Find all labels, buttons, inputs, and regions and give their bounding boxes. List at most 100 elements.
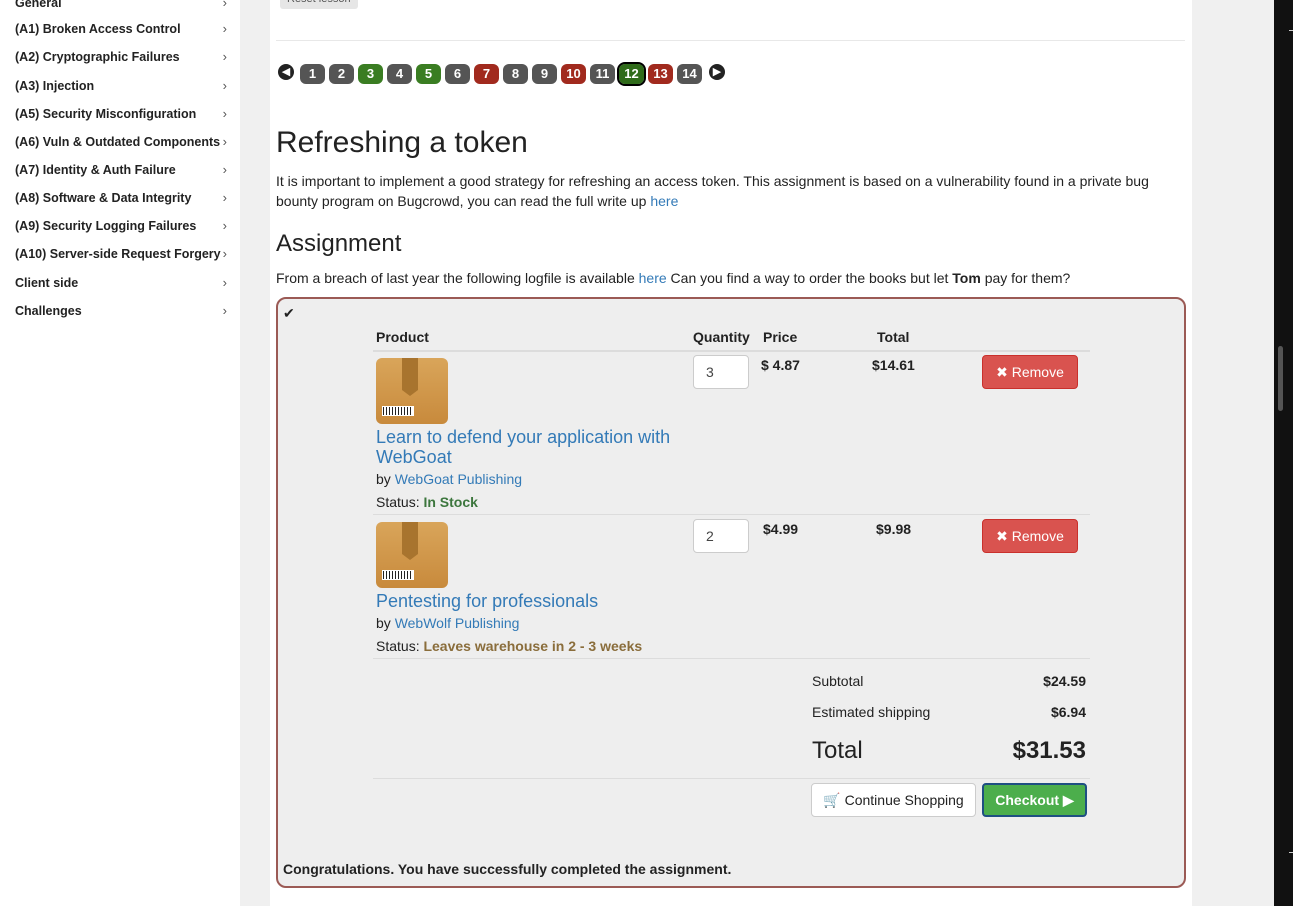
product-title-link[interactable]: Learn to defend your application with We…	[376, 427, 696, 467]
sidebar-item-a6[interactable]: (A6) Vuln & Outdated Components ›	[15, 132, 227, 152]
assignment-text-part: pay for them?	[980, 270, 1071, 286]
remove-icon: ✖	[996, 364, 1008, 380]
sidebar-item-label: (A9) Security Logging Failures	[15, 219, 197, 233]
sidebar-item-a8[interactable]: (A8) Software & Data Integrity ›	[15, 188, 227, 208]
page-12-button[interactable]: 12	[617, 62, 646, 86]
table-divider	[373, 778, 1090, 779]
previous-page-arrow-icon[interactable]: ◀	[278, 64, 294, 80]
shipping-label: Estimated shipping	[812, 704, 931, 720]
sidebar-item-label: (A2) Cryptographic Failures	[15, 50, 180, 64]
remove-label: Remove	[1011, 364, 1064, 380]
chevron-right-icon: ›	[222, 78, 227, 93]
item-total: $14.61	[872, 357, 915, 373]
chevron-right-icon: ›	[222, 0, 227, 10]
assignment-feedback: Congratulations. You have successfully c…	[283, 861, 732, 877]
next-page-arrow-icon[interactable]: ▶	[709, 64, 725, 80]
chevron-right-icon: ›	[222, 21, 227, 36]
page-2-button[interactable]: 2	[329, 64, 354, 84]
remove-button[interactable]: ✖ Remove	[982, 519, 1078, 553]
subtotal-label: Subtotal	[812, 673, 864, 689]
sidebar-item-label: (A5) Security Misconfiguration	[15, 107, 197, 121]
quantity-input[interactable]: 3	[693, 355, 749, 389]
sidebar-item-label: Challenges	[15, 304, 82, 318]
grand-total-label: Total	[812, 737, 863, 764]
page-6-button[interactable]: 6	[445, 64, 470, 84]
scrollbar-thumb[interactable]	[1278, 346, 1283, 411]
table-divider	[373, 514, 1090, 515]
write-up-link[interactable]: here	[650, 193, 678, 209]
column-header-price: Price	[763, 329, 798, 345]
page-5-button[interactable]: 5	[416, 64, 441, 84]
page-13-button[interactable]: 13	[648, 64, 673, 84]
product-publisher: by WebWolf Publishing	[376, 615, 519, 631]
item-price: $4.99	[763, 521, 799, 537]
page-7-button[interactable]: 7	[474, 64, 499, 84]
cart-icon: 🛒	[823, 792, 841, 808]
status-label: Status:	[376, 638, 424, 654]
chevron-right-icon: ›	[222, 246, 227, 261]
page-14-button[interactable]: 14	[677, 64, 702, 84]
item-total: $9.98	[876, 521, 912, 537]
page-3-button[interactable]: 3	[358, 64, 383, 84]
publisher-link[interactable]: WebWolf Publishing	[395, 615, 520, 631]
sidebar-item-label: (A3) Injection	[15, 79, 95, 93]
chevron-right-icon: ›	[222, 190, 227, 205]
play-icon: ▶	[1062, 792, 1074, 808]
page-1-button[interactable]: 1	[300, 64, 325, 84]
lesson-intro: It is important to implement a good stra…	[276, 171, 1181, 211]
page-8-button[interactable]: 8	[503, 64, 528, 84]
sidebar-item-label: (A10) Server-side Request Forgery	[15, 247, 221, 261]
reset-lesson-button[interactable]: Reset lesson	[280, 0, 358, 9]
sidebar-item-label: (A8) Software & Data Integrity	[15, 191, 192, 205]
sidebar-item-label: Client side	[15, 276, 79, 290]
table-divider	[373, 350, 1090, 352]
sidebar-item-a10[interactable]: (A10) Server-side Request Forgery ›	[15, 244, 227, 264]
page-4-button[interactable]: 4	[387, 64, 412, 84]
product-status: Status: In Stock	[376, 494, 478, 510]
assignment-user-name: Tom	[952, 270, 981, 286]
page-10-button[interactable]: 10	[561, 64, 586, 84]
sidebar-item-a3[interactable]: (A3) Injection ›	[15, 76, 227, 96]
chevron-right-icon: ›	[222, 303, 227, 318]
page-title: Refreshing a token	[276, 126, 528, 159]
sidebar-item-a5[interactable]: (A5) Security Misconfiguration ›	[15, 104, 227, 124]
sidebar-item-client-side[interactable]: Client side ›	[15, 273, 227, 293]
column-header-quantity: Quantity	[693, 329, 750, 345]
continue-shopping-button[interactable]: 🛒 Continue Shopping	[811, 783, 976, 817]
logfile-link[interactable]: here	[639, 270, 667, 286]
sidebar-item-a2[interactable]: (A2) Cryptographic Failures ›	[15, 47, 227, 67]
page-11-button[interactable]: 11	[590, 64, 615, 84]
sidebar-item-label: (A1) Broken Access Control	[15, 22, 181, 36]
chevron-right-icon: ›	[222, 106, 227, 121]
assignment-heading: Assignment	[276, 230, 402, 257]
continue-shopping-label: Continue Shopping	[844, 792, 964, 808]
sidebar-item-general[interactable]: General ›	[15, 0, 227, 13]
chevron-right-icon: ›	[222, 49, 227, 64]
column-header-total: Total	[877, 329, 910, 345]
sidebar-item-a1[interactable]: (A1) Broken Access Control ›	[15, 19, 227, 39]
column-header-product: Product	[376, 329, 429, 345]
page-9-button[interactable]: 9	[532, 64, 557, 84]
assignment-text-part: From a breach of last year the following…	[276, 270, 639, 286]
product-box-icon	[376, 358, 448, 424]
status-label: Status:	[376, 494, 424, 510]
chevron-right-icon: ›	[222, 162, 227, 177]
checkout-button[interactable]: Checkout ▶	[982, 783, 1087, 817]
product-publisher: by WebGoat Publishing	[376, 471, 522, 487]
quantity-input[interactable]: 2	[693, 519, 749, 553]
assignment-text: From a breach of last year the following…	[276, 268, 1070, 288]
grand-total-value: $31.53	[1012, 737, 1086, 764]
product-title-link[interactable]: Pentesting for professionals	[376, 591, 598, 611]
sidebar-item-a7[interactable]: (A7) Identity & Auth Failure ›	[15, 160, 227, 180]
status-value: Leaves warehouse in 2 - 3 weeks	[423, 638, 643, 654]
publisher-link[interactable]: WebGoat Publishing	[395, 471, 522, 487]
sidebar-item-a9[interactable]: (A9) Security Logging Failures ›	[15, 216, 227, 236]
intro-text: It is important to implement a good stra…	[276, 173, 1149, 209]
product-status: Status: Leaves warehouse in 2 - 3 weeks	[376, 638, 642, 654]
by-label: by	[376, 615, 395, 631]
divider	[276, 40, 1185, 41]
remove-button[interactable]: ✖ Remove	[982, 355, 1078, 389]
chevron-right-icon: ›	[222, 275, 227, 290]
scrollbar[interactable]	[1274, 0, 1293, 906]
sidebar-item-challenges[interactable]: Challenges ›	[15, 301, 227, 321]
